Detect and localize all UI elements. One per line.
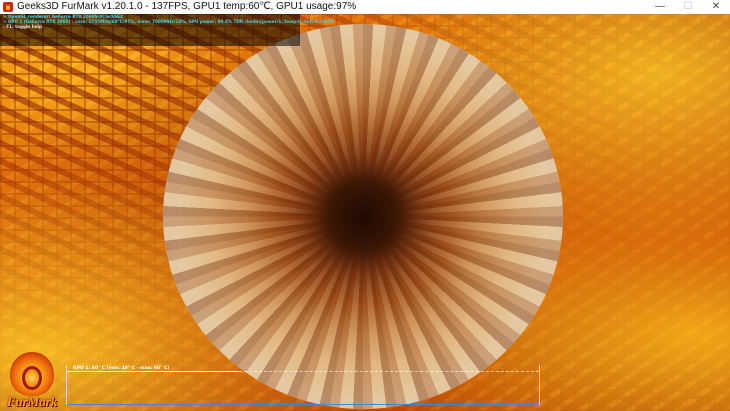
temperature-graph-line	[67, 371, 239, 372]
hud-help-line: - F1: toggle help	[3, 24, 42, 30]
window-title: Geeks3D FurMark v1.20.1.0 - 137FPS, GPU1…	[17, 1, 357, 12]
fur-strands	[163, 24, 563, 409]
maximize-button[interactable]: ☐	[674, 0, 702, 14]
minimize-button[interactable]: —	[646, 0, 674, 14]
furmark-window: Geeks3D FurMark v1.20.1.0 - 137FPS, GPU1…	[0, 0, 730, 411]
close-button[interactable]: ✕	[702, 0, 730, 14]
temperature-graph-max-line	[239, 371, 539, 372]
furmark-logo-text: FurMark	[6, 394, 58, 409]
temperature-graph: GPU 1: 60° C (min: 40° C - max: 60° C)	[66, 365, 540, 405]
title-bar[interactable]: Geeks3D FurMark v1.20.1.0 - 137FPS, GPU1…	[0, 0, 730, 14]
hud-gpu-line: > GPU 1 (GeForce RTX 2060) - core: 1755M…	[3, 19, 334, 25]
temperature-graph-axis	[67, 404, 539, 405]
furmark-app-icon[interactable]	[3, 2, 13, 12]
render-viewport: GPU 1: 60° C (min: 40° C - max: 60° C) F…	[0, 14, 730, 411]
flame-eye-icon	[22, 366, 42, 390]
window-controls: — ☐ ✕	[646, 0, 730, 14]
furmark-logo: FurMark	[2, 352, 62, 410]
